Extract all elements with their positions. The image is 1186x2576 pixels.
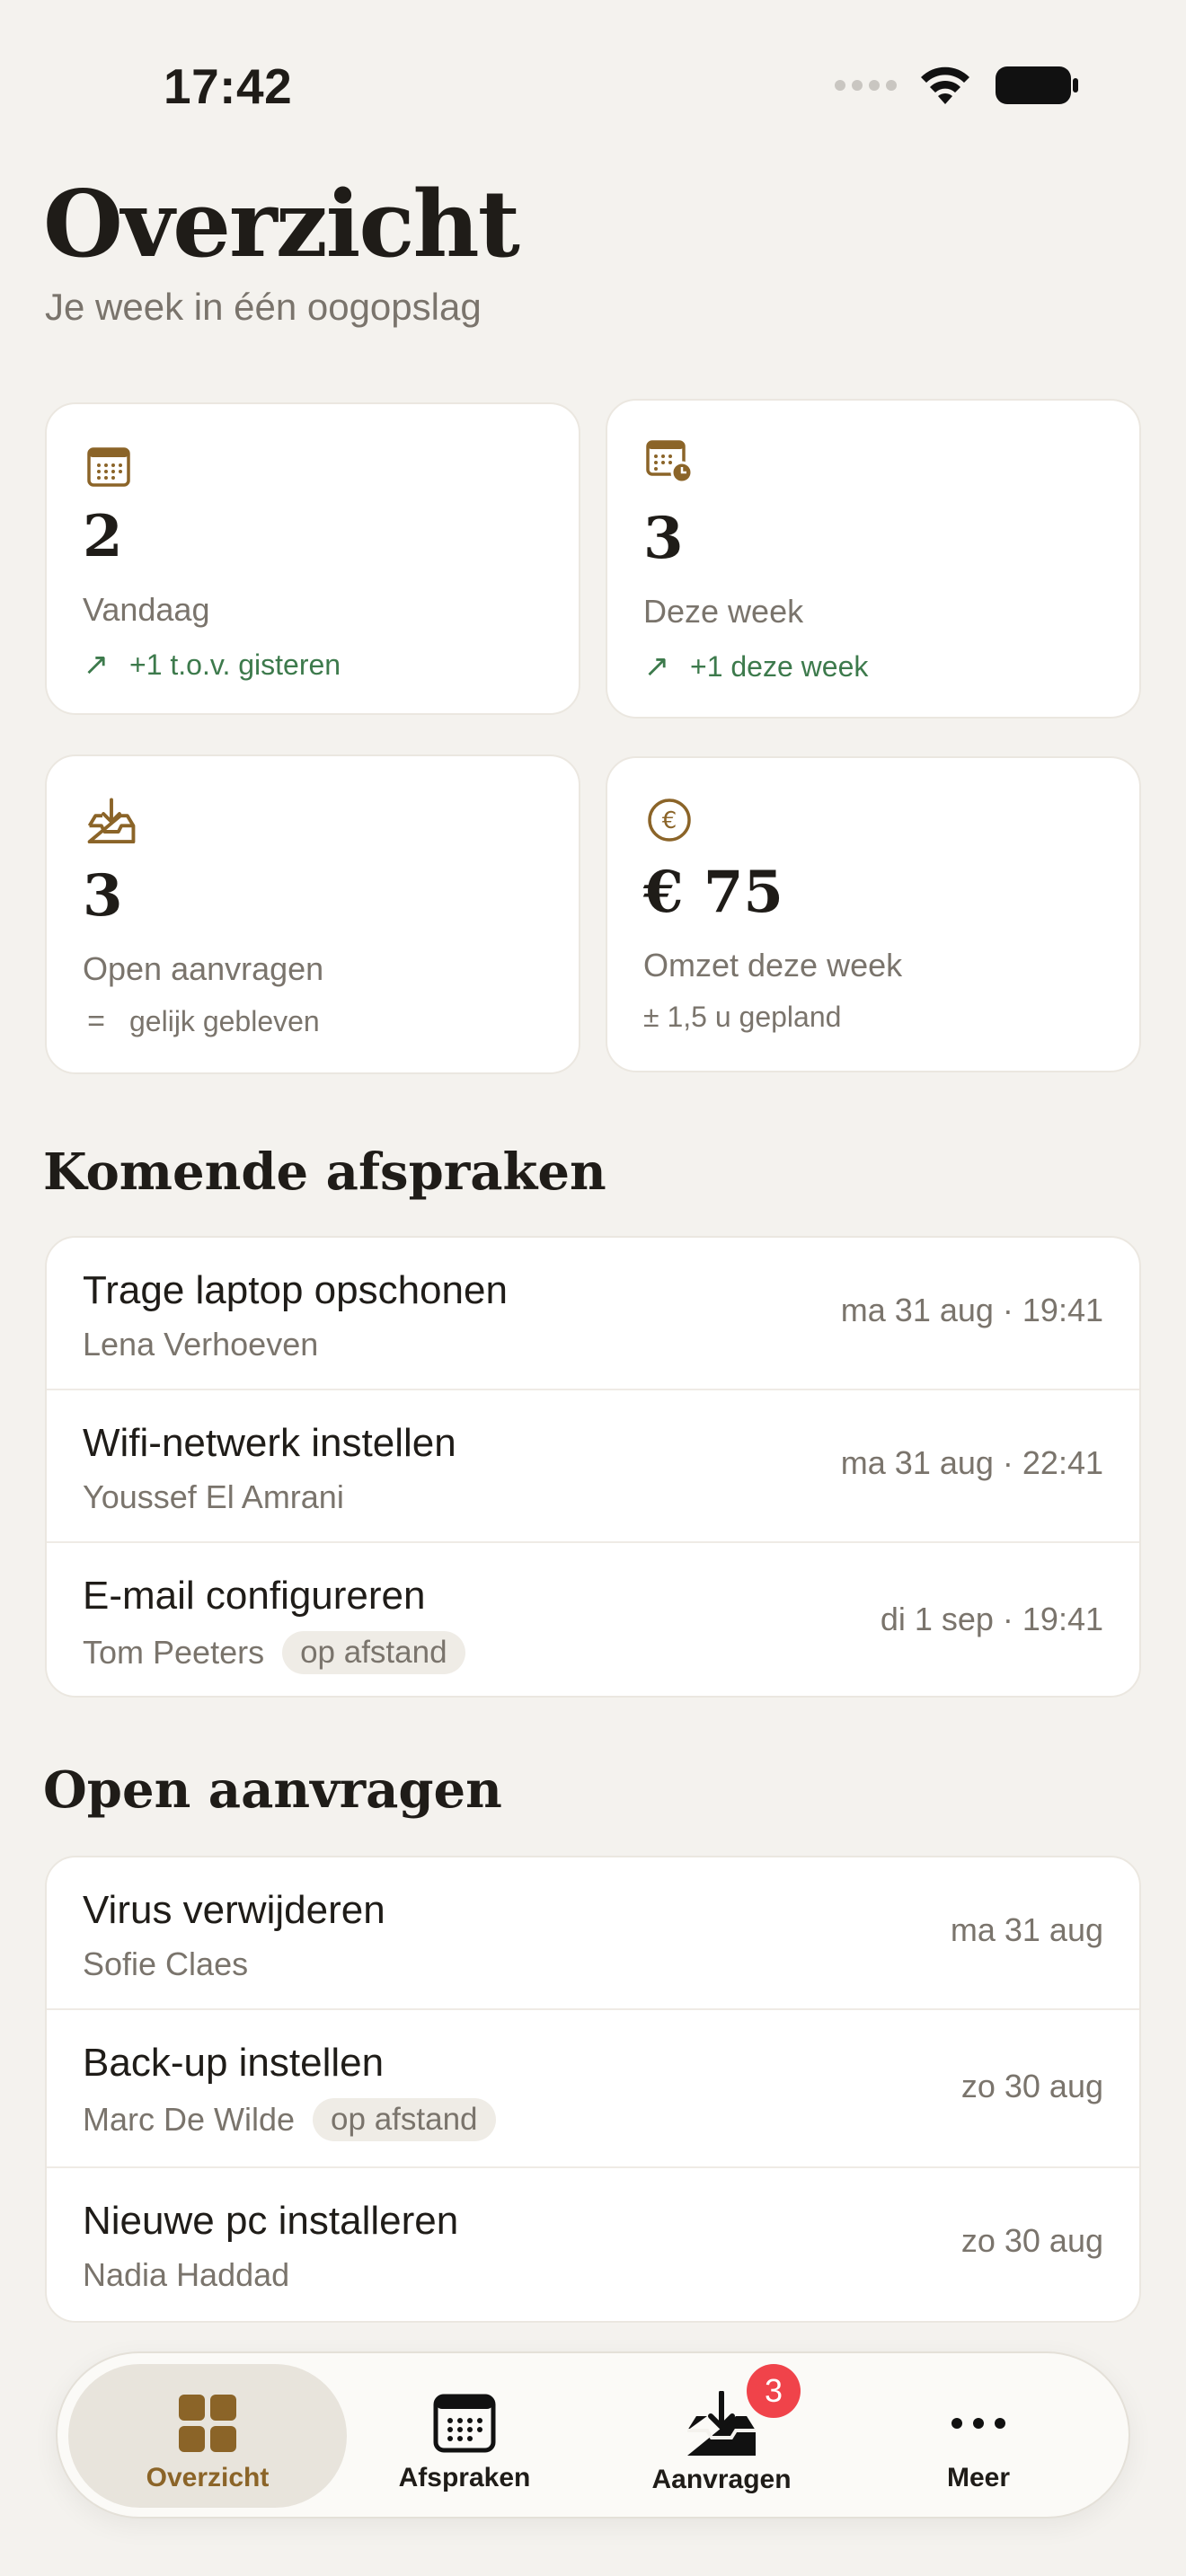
stat-trend: ↗ +1 t.o.v. gisteren (83, 647, 341, 683)
trend-equal-icon: = (87, 1004, 105, 1038)
appointment-client: Tom Peeters op afstand (83, 1631, 465, 1674)
client-name: Lena Verhoeven (83, 1326, 319, 1363)
stat-trend-text: +1 t.o.v. gisteren (129, 648, 341, 681)
stat-value: € 75 (643, 859, 783, 926)
battery-icon (996, 66, 1078, 104)
tab-aanvragen[interactable]: 3 Aanvragen (582, 2364, 861, 2508)
appointment-date: ma 31 aug · 22:41 (840, 1444, 1103, 1481)
stat-note: ± 1,5 u gepland (643, 1001, 841, 1034)
request-row[interactable]: Nieuwe pc installeren Nadia Haddad zo 30… (47, 2168, 1139, 2321)
tab-meer[interactable]: Meer (839, 2364, 1118, 2508)
tab-afspraken[interactable]: Afspraken (325, 2364, 604, 2508)
tab-label: Aanvragen (651, 2465, 792, 2494)
trend-up-icon: ↗ (643, 649, 670, 684)
upcoming-list: Trage laptop opschonen Lena Verhoeven ma… (45, 1236, 1141, 1698)
request-date: zo 30 aug (960, 2222, 1103, 2259)
inbox-download-icon (87, 798, 136, 844)
tab-label: Afspraken (398, 2463, 531, 2492)
client-name: Nadia Haddad (83, 2256, 290, 2293)
tab-label: Meer (946, 2463, 1011, 2492)
stat-trend-text: +1 deze week (690, 649, 869, 683)
request-title: Nieuwe pc installeren (83, 2199, 459, 2243)
upcoming-section-title: Komende afspraken (43, 1142, 606, 1202)
requests-list: Virus verwijderen Sofie Claes ma 31 aug … (45, 1856, 1141, 2323)
status-icons (835, 65, 1080, 106)
request-title: Virus verwijderen (83, 1888, 385, 1932)
svg-text:€: € (662, 807, 677, 834)
stat-value: 3 (83, 862, 123, 930)
appointment-row[interactable]: Trage laptop opschonen Lena Verhoeven ma… (47, 1238, 1139, 1390)
overview-screen: 17:42 Overzicht Je week in één oogopslag… (0, 0, 1186, 2576)
tab-overzicht[interactable]: Overzicht (68, 2364, 347, 2508)
requests-section-title: Open aanvragen (43, 1760, 502, 1820)
stat-card-revenue[interactable]: € € 75 Omzet deze week ± 1,5 u gepland (606, 756, 1141, 1072)
stat-value: 2 (83, 503, 123, 570)
stat-value: 3 (643, 505, 684, 572)
status-time: 17:42 (164, 58, 293, 114)
stat-trend: ↗ +1 deze week (643, 648, 869, 684)
trend-up-icon: ↗ (83, 648, 110, 682)
appointment-date: di 1 sep · 19:41 (880, 1601, 1103, 1637)
grid-icon (179, 2395, 236, 2452)
cellular-signal-icon (835, 80, 897, 91)
request-date: zo 30 aug (960, 2068, 1103, 2104)
client-name: Youssef El Amrani (83, 1478, 344, 1515)
request-date: ma 31 aug (950, 1911, 1103, 1948)
remote-tag: op afstand (313, 2098, 496, 2141)
euro-coin-icon: € (648, 798, 691, 842)
wifi-icon (921, 66, 969, 104)
stat-label: Deze week (643, 593, 804, 630)
tab-bar: Overzicht Afspraken 3 Aanvragen Meer (56, 2351, 1130, 2519)
client-name: Marc De Wilde (83, 2101, 296, 2138)
inbox-icon-wrapper: 3 (684, 2364, 801, 2457)
stat-card-open-requests[interactable]: 3 Open aanvragen = gelijk gebleven (45, 754, 580, 1074)
client-name: Tom Peeters (83, 1634, 265, 1671)
appointment-row[interactable]: Wifi-netwerk instellen Youssef El Amrani… (47, 1390, 1139, 1543)
stat-card-today[interactable]: 2 Vandaag ↗ +1 t.o.v. gisteren (45, 402, 580, 715)
appointment-client: Youssef El Amrani (83, 1478, 344, 1516)
more-dots-icon (951, 2418, 1005, 2429)
appointment-client: Lena Verhoeven (83, 1326, 318, 1363)
page-title: Overzicht (43, 171, 520, 278)
calendar-clock-icon (646, 440, 694, 484)
calendar-icon (433, 2394, 496, 2453)
appointment-title: E-mail configureren (83, 1574, 426, 1618)
remote-tag: op afstand (282, 1631, 465, 1674)
stat-trend-text: gelijk gebleven (129, 1005, 320, 1037)
stat-label: Open aanvragen (83, 950, 324, 987)
calendar-icon (87, 447, 130, 487)
stat-trend: = gelijk gebleven (83, 1004, 320, 1039)
appointment-date: ma 31 aug · 19:41 (840, 1292, 1103, 1328)
stat-card-this-week[interactable]: 3 Deze week ↗ +1 deze week (606, 399, 1141, 719)
request-client: Sofie Claes (83, 1945, 248, 1983)
stat-note-text: ± 1,5 u gepland (643, 1001, 842, 1033)
requests-badge: 3 (747, 2364, 801, 2418)
stat-label: Vandaag (83, 591, 210, 628)
page-subtitle: Je week in één oogopslag (45, 286, 482, 328)
request-row[interactable]: Virus verwijderen Sofie Claes ma 31 aug (47, 1857, 1139, 2010)
request-title: Back-up instellen (83, 2041, 385, 2085)
stat-label: Omzet deze week (643, 947, 903, 984)
appointment-title: Trage laptop opschonen (83, 1268, 508, 1312)
request-client: Marc De Wilde op afstand (83, 2098, 496, 2141)
tab-label: Overzicht (146, 2463, 270, 2492)
appointment-row[interactable]: E-mail configureren Tom Peeters op afsta… (47, 1543, 1139, 1696)
request-client: Nadia Haddad (83, 2256, 289, 2294)
request-row[interactable]: Back-up instellen Marc De Wilde op afsta… (47, 2010, 1139, 2168)
client-name: Sofie Claes (83, 1945, 249, 1982)
appointment-title: Wifi-netwerk instellen (83, 1421, 456, 1465)
